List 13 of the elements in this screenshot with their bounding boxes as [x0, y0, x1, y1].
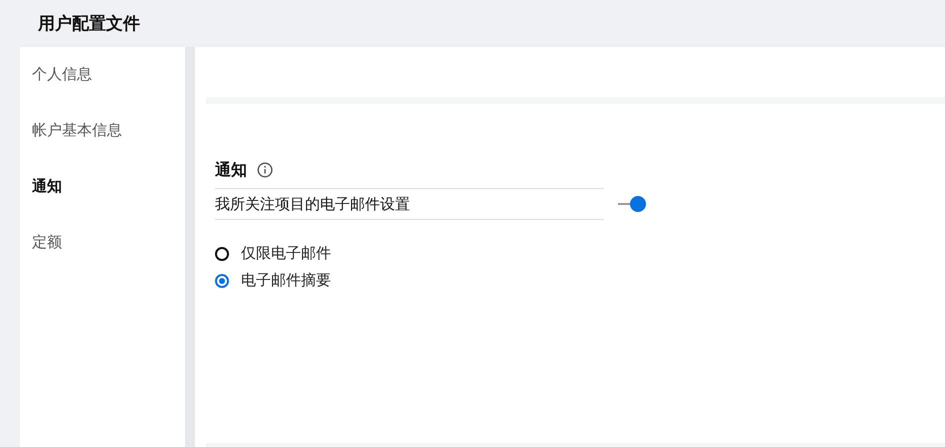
sidebar-item[interactable]: 定额	[20, 233, 185, 289]
section-title: 通知	[215, 160, 247, 180]
page-title: 用户配置文件	[38, 13, 140, 35]
radio-button[interactable]	[215, 274, 229, 288]
radio-button[interactable]	[215, 246, 229, 260]
radio-label: 电子邮件摘要	[241, 271, 331, 290]
radio-label: 仅限电子邮件	[241, 244, 331, 263]
setting-label: 我所关注项目的电子邮件设置	[215, 188, 604, 220]
info-icon[interactable]	[257, 162, 273, 178]
sidebar-item[interactable]: 个人信息	[20, 65, 185, 121]
sidebar-item[interactable]: 帐户基本信息	[20, 121, 185, 177]
sidebar-item[interactable]: 通知	[20, 177, 185, 233]
toggle-switch[interactable]	[618, 195, 646, 213]
